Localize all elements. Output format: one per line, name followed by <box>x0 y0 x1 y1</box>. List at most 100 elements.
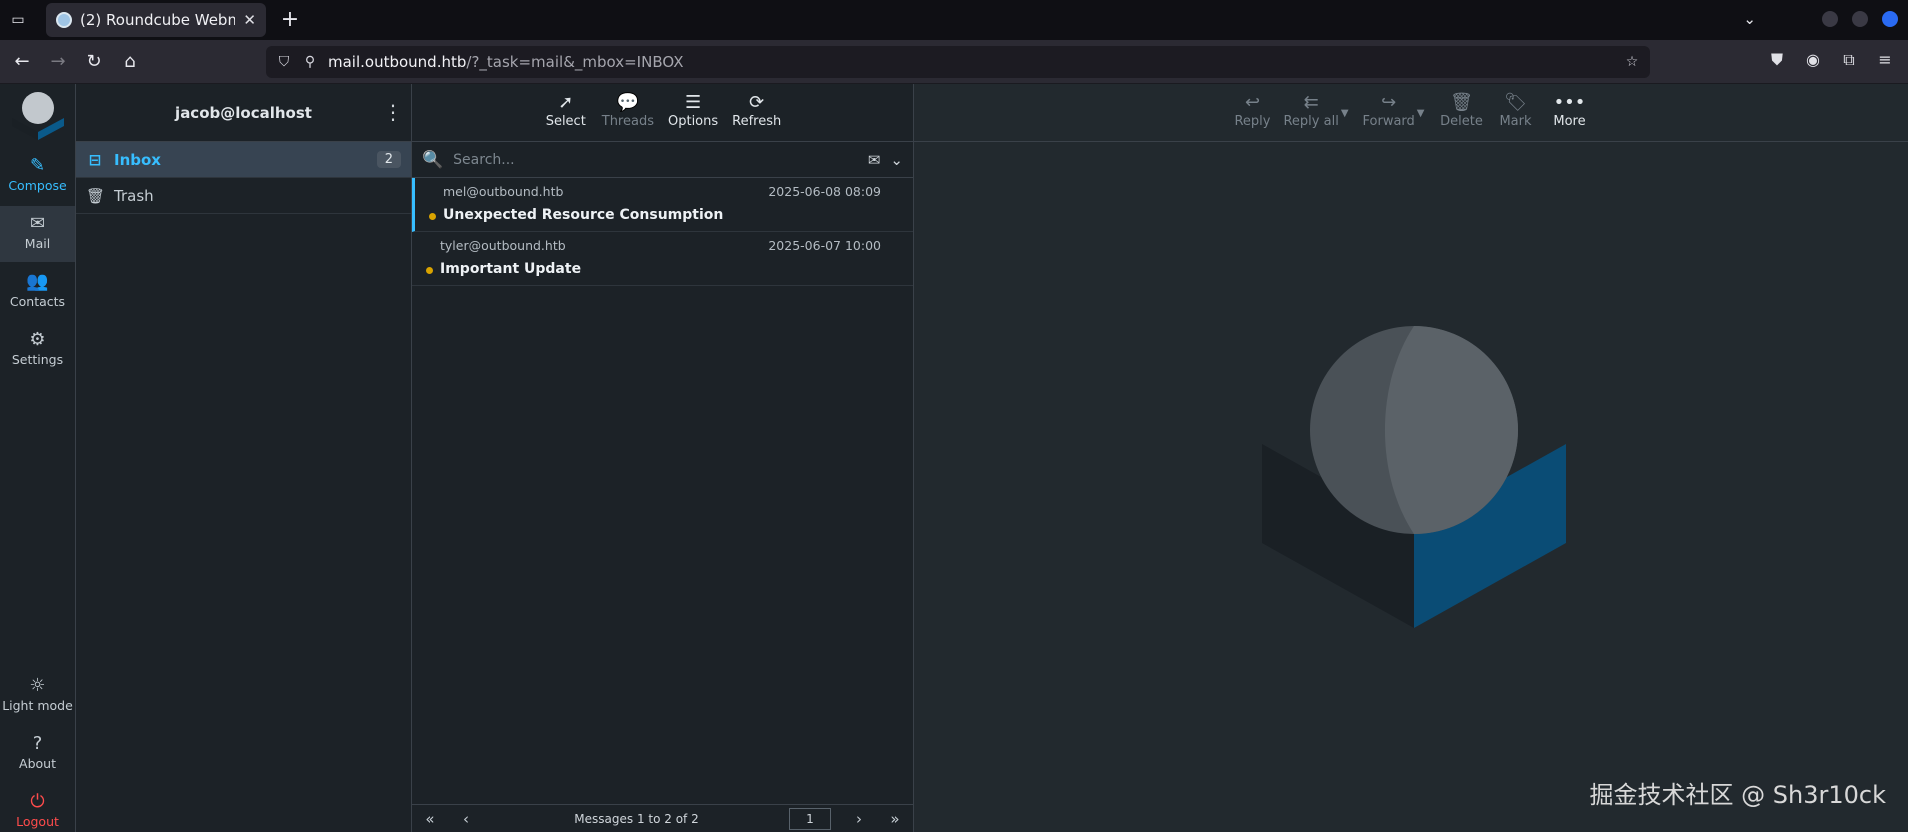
last-page-icon[interactable]: » <box>877 810 913 828</box>
pagination-info: Messages 1 to 2 of 2 <box>574 811 699 826</box>
mail-button[interactable]: ✉ Mail <box>0 206 75 262</box>
close-window-button[interactable] <box>1882 11 1898 27</box>
message-from: mel@outbound.htb <box>443 184 564 199</box>
tab-close-icon[interactable]: ✕ <box>243 11 256 29</box>
unread-count-badge: 2 <box>376 151 401 168</box>
compose-icon: ✎ <box>29 155 46 176</box>
unread-dot-icon[interactable] <box>429 213 436 220</box>
logout-button[interactable]: ⏻ Logout <box>0 784 75 832</box>
users-icon: 👥 <box>26 271 49 292</box>
message-date: 2025-06-07 10:00 <box>768 238 881 253</box>
delete-button[interactable]: 🗑 Delete <box>1439 92 1485 141</box>
account-name: jacob@localhost <box>175 103 312 122</box>
tab-title: (2) Roundcube Webmail :: Inbox <box>80 11 236 29</box>
extensions-icon[interactable]: ⧉ <box>1840 50 1858 70</box>
search-scope-envelope-icon[interactable]: ✉ <box>868 151 881 169</box>
sun-icon: ☼ <box>29 675 46 696</box>
search-options-chevron-icon[interactable]: ⌄ <box>890 151 903 169</box>
tag-icon: 🏷 <box>1504 92 1527 113</box>
back-arrow-icon[interactable]: ← <box>10 50 34 74</box>
first-page-icon[interactable]: « <box>412 810 448 828</box>
window-controls: ⌄ <box>1743 10 1898 28</box>
folder-inbox[interactable]: ⊟ Inbox 2 <box>76 142 411 178</box>
inbox-icon: ⊟ <box>88 150 102 169</box>
pocket-icon[interactable]: ⛊ <box>1768 50 1786 70</box>
reload-icon[interactable]: ↻ <box>82 50 106 74</box>
power-icon: ⏻ <box>30 791 45 812</box>
folder-trash[interactable]: 🗑 Trash <box>76 178 411 214</box>
mark-button[interactable]: 🏷 Mark <box>1493 92 1539 141</box>
more-dots-icon: ••• <box>1553 92 1586 113</box>
search-input[interactable] <box>453 151 858 168</box>
message-subject: Unexpected Resource Consumption <box>443 207 724 223</box>
refresh-icon: ⟳ <box>749 92 765 113</box>
sidebar-header: jacob@localhost ⋮ <box>76 84 411 142</box>
contacts-button[interactable]: 👥 Contacts <box>0 264 75 320</box>
message-from: tyler@outbound.htb <box>440 238 566 253</box>
account-icon[interactable]: ◉ <box>1804 50 1822 70</box>
url-bar[interactable]: ⛉ ⚲ mail.outbound.htb/?_task=mail&_mbox=… <box>266 46 1650 78</box>
question-icon: ? <box>32 733 43 754</box>
cursor-icon: ➚ <box>558 92 574 113</box>
page-info-icon[interactable]: ⚲ <box>302 54 318 70</box>
new-tab-icon[interactable]: + <box>278 8 302 32</box>
reply-all-button[interactable]: ⇇ Reply all <box>1283 92 1338 141</box>
watermark-credit: 掘金技术社区 @ Sh3r10ck <box>1589 781 1886 809</box>
gear-icon: ⚙ <box>29 329 46 350</box>
home-icon[interactable]: ⌂ <box>118 50 142 74</box>
next-page-icon[interactable]: › <box>841 810 877 828</box>
message-subject: Important Update <box>440 261 582 277</box>
forward-button[interactable]: ↪ Forward <box>1363 92 1415 141</box>
unread-dot-icon[interactable] <box>426 267 433 274</box>
browser-toolbar-right: ⛊ ◉ ⧉ ≡ <box>1768 50 1894 70</box>
roundcube-favicon-icon <box>56 12 72 28</box>
browser-tabbar: ▭ (2) Roundcube Webmail :: Inbox ✕ + ⌄ <box>0 0 1908 40</box>
folder-sidebar: jacob@localhost ⋮ ⊟ Inbox 2 🗑 Trash <box>76 84 412 832</box>
reply-button[interactable]: ↩ Reply <box>1229 92 1275 141</box>
browser-navbar: ← → ↻ ⌂ ⛉ ⚲ mail.outbound.htb/?_task=mai… <box>0 40 1908 84</box>
search-bar: 🔍 ✉ ⌄ <box>412 142 913 178</box>
url-text[interactable]: mail.outbound.htb/?_task=mail&_mbox=INBO… <box>328 53 1614 71</box>
bookmark-star-icon[interactable]: ☆ <box>1624 54 1640 70</box>
minimize-window-button[interactable] <box>1822 11 1838 27</box>
maximize-window-button[interactable] <box>1852 11 1868 27</box>
message-list-panel: ➚ Select 💬 Threads ☰ Options ⟳ Refresh 🔍… <box>412 84 914 832</box>
roundcube-logo-icon[interactable] <box>10 88 66 140</box>
envelope-icon: ✉ <box>29 213 46 234</box>
message-row[interactable]: tyler@outbound.htb 2025-06-07 10:00 Impo… <box>412 232 913 286</box>
message-date: 2025-06-08 08:09 <box>768 184 881 199</box>
comments-icon: 💬 <box>616 92 640 113</box>
light-mode-button[interactable]: ☼ Light mode <box>0 668 75 724</box>
more-button[interactable]: ••• More <box>1547 92 1593 141</box>
sliders-icon: ☰ <box>685 92 702 113</box>
search-icon[interactable]: 🔍 <box>422 150 443 170</box>
pagination-bar: « ‹ Messages 1 to 2 of 2 1 › » <box>412 804 913 832</box>
forward-arrow-icon[interactable]: → <box>46 50 70 74</box>
folder-options-kebab-icon[interactable]: ⋮ <box>383 102 403 122</box>
settings-button[interactable]: ⚙ Settings <box>0 322 75 378</box>
reply-icon: ↩ <box>1244 92 1261 113</box>
list-toolbar: ➚ Select 💬 Threads ☰ Options ⟳ Refresh <box>412 84 913 142</box>
threads-button[interactable]: 💬 Threads <box>602 92 654 141</box>
roundcube-watermark-logo <box>1262 326 1566 628</box>
roundcube-app: ✎ Compose ✉ Mail 👥 Contacts ⚙ Settings ☼… <box>0 84 1908 832</box>
tab-overflow-chevron-icon[interactable]: ⌄ <box>1743 10 1756 28</box>
reply-all-icon: ⇇ <box>1303 92 1319 113</box>
menu-hamburger-icon[interactable]: ≡ <box>1876 50 1894 70</box>
about-button[interactable]: ? About <box>0 726 75 782</box>
message-toolbar: ↩ Reply ⇇ Reply all ▼ ↪ Forward ▼ 🗑 Dele… <box>914 84 1908 142</box>
options-button[interactable]: ☰ Options <box>668 92 718 141</box>
message-row[interactable]: mel@outbound.htb 2025-06-08 08:09 Unexpe… <box>412 178 913 232</box>
refresh-button[interactable]: ⟳ Refresh <box>732 92 781 141</box>
previous-page-icon[interactable]: ‹ <box>448 810 484 828</box>
browser-tab-active[interactable]: (2) Roundcube Webmail :: Inbox ✕ <box>46 3 266 37</box>
reply-all-dropdown-icon[interactable]: ▼ <box>1341 108 1349 141</box>
trash-icon: 🗑 <box>1450 92 1473 113</box>
forward-icon: ↪ <box>1381 92 1397 113</box>
tab-list-icon[interactable]: ▭ <box>8 10 28 30</box>
compose-button[interactable]: ✎ Compose <box>0 148 75 204</box>
select-button[interactable]: ➚ Select <box>544 92 588 141</box>
forward-dropdown-icon[interactable]: ▼ <box>1417 108 1425 141</box>
shield-icon[interactable]: ⛉ <box>276 54 292 70</box>
page-number-input[interactable]: 1 <box>789 807 831 830</box>
